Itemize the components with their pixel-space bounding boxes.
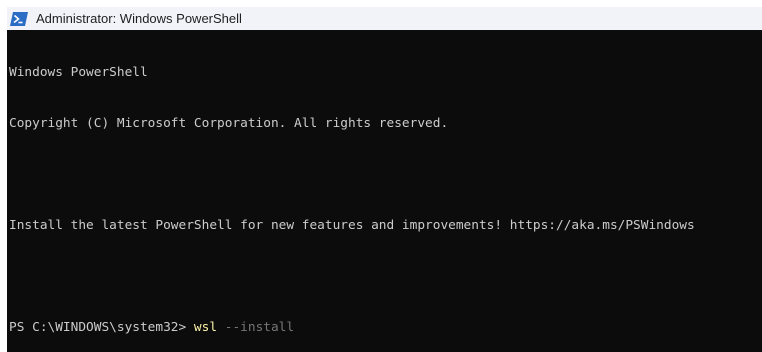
console-output[interactable]: Windows PowerShell Copyright (C) Microso…	[7, 30, 762, 352]
command-line[interactable]: PS C:\WINDOWS\system32> wsl --install	[9, 319, 762, 336]
command-text: wsl	[193, 320, 218, 335]
parameter-text: --install	[224, 320, 295, 335]
banner-line-1: Windows PowerShell	[9, 65, 148, 80]
install-message: Install the latest PowerShell for new fe…	[9, 218, 695, 233]
powershell-icon	[10, 11, 28, 26]
window-title: Administrator: Windows PowerShell	[36, 11, 242, 26]
command-space	[217, 320, 225, 335]
banner-line-2: Copyright (C) Microsoft Corporation. All…	[9, 116, 449, 131]
powershell-window: Administrator: Windows PowerShell Window…	[0, 0, 762, 352]
prompt-text: PS C:\WINDOWS\system32>	[9, 320, 194, 335]
title-bar[interactable]: Administrator: Windows PowerShell	[7, 7, 762, 30]
